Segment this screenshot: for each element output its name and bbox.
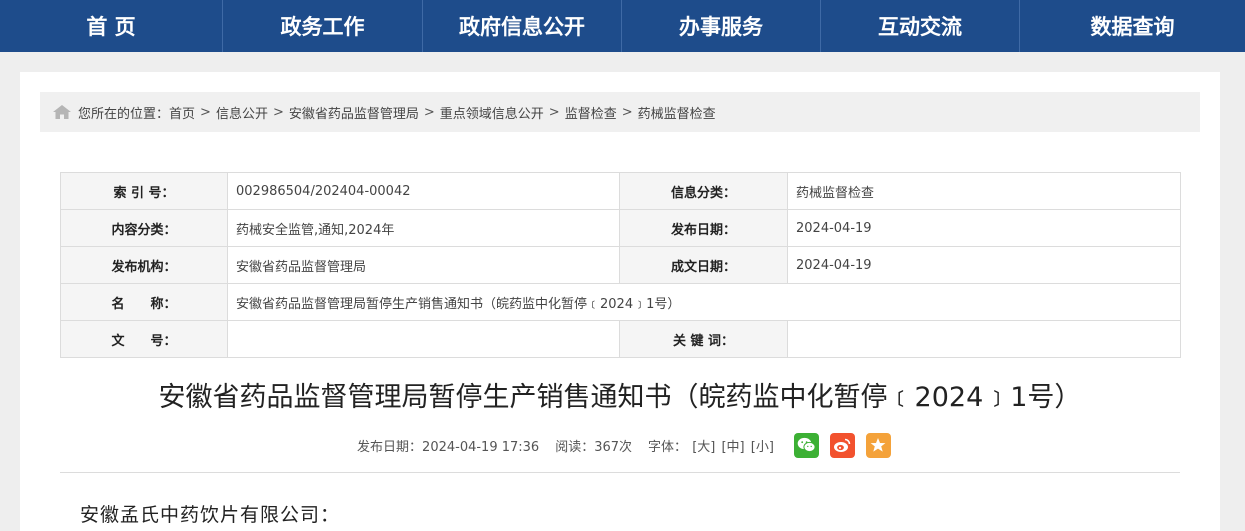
font-size-label: 字体： — [648, 439, 688, 455]
publishing-org-value: 安徽省药品监督管理局 — [227, 246, 620, 284]
weibo-icon — [834, 438, 851, 452]
category-value: 药械监督检查 — [787, 172, 1181, 210]
wechat-share-button[interactable] — [793, 432, 819, 458]
breadcrumb-supervision[interactable]: 监督检查 — [565, 103, 617, 122]
publishing-org-label: 发布机构： — [60, 246, 228, 284]
article-info-bar: 发布日期：2024-04-19 17:36 阅读：367次 字体： [大] [中… — [20, 432, 1220, 458]
breadcrumb-info-disclosure[interactable]: 信息公开 — [216, 103, 268, 122]
publish-date-label: 发布日期： — [619, 209, 788, 247]
content-category-value: 药械安全监管,通知,2024年 — [227, 209, 620, 247]
wechat-icon — [797, 437, 816, 453]
breadcrumb-home[interactable]: 首页 — [169, 103, 195, 122]
keywords-label: 关 键 词： — [619, 320, 788, 358]
breadcrumb-separator: > — [272, 104, 284, 120]
breadcrumb-separator: > — [621, 104, 633, 120]
content-category-label: 内容分类： — [60, 209, 228, 247]
metadata-table: 索 引 号： 002986504/202404-00042 信息分类： 药械监督… — [60, 172, 1181, 358]
name-label: 名 称： — [60, 283, 228, 321]
breadcrumb-prefix: 您所在的位置： — [78, 106, 170, 122]
article-salutation: 安徽孟氏中药饮片有限公司： — [80, 504, 341, 526]
breadcrumb-key-areas[interactable]: 重点领域信息公开 — [440, 103, 544, 122]
weibo-share-button[interactable] — [829, 432, 855, 458]
font-size-control: 字体： [大] [中] [小] — [648, 436, 775, 455]
table-row: 名 称： 安徽省药品监督管理局暂停生产销售通知书（皖药监中化暂停﹝2024﹞1号… — [60, 283, 1181, 321]
table-row: 内容分类： 药械安全监管,通知,2024年 发布日期： 2024-04-19 — [60, 209, 1181, 247]
publish-datetime: 发布日期：2024-04-19 17:36 — [357, 439, 540, 455]
font-small-button[interactable]: [小] — [751, 440, 774, 455]
top-navigation: 首 页 政务工作 政府信息公开 办事服务 互动交流 数据查询 — [0, 0, 1245, 52]
article-title: 安徽省药品监督管理局暂停生产销售通知书（皖药监中化暂停﹝2024﹞1号） — [158, 382, 1082, 413]
favorite-icon — [871, 438, 886, 452]
nav-government-affairs[interactable]: 政务工作 — [223, 0, 423, 52]
table-row: 文 号： 关 键 词： — [60, 320, 1181, 358]
nav-interaction[interactable]: 互动交流 — [821, 0, 1020, 52]
document-number-label: 文 号： — [60, 320, 228, 358]
breadcrumb: 您所在的位置： 首页 > 信息公开 > 安徽省药品监督管理局 > 重点领域信息公… — [40, 92, 1200, 132]
home-icon — [53, 105, 71, 119]
breadcrumb-separator: > — [200, 104, 211, 120]
breadcrumb-separator: > — [548, 104, 560, 120]
category-label: 信息分类： — [619, 172, 788, 210]
nav-services[interactable]: 办事服务 — [622, 0, 821, 52]
index-value: 002986504/202404-00042 — [227, 172, 620, 210]
font-large-button[interactable]: [大] — [692, 440, 715, 455]
table-row: 发布机构： 安徽省药品监督管理局 成文日期： 2024-04-19 — [60, 246, 1181, 284]
publish-date-value: 2024-04-19 — [787, 209, 1181, 247]
name-value: 安徽省药品监督管理局暂停生产销售通知书（皖药监中化暂停﹝2024﹞1号） — [227, 283, 1181, 321]
table-row: 索 引 号： 002986504/202404-00042 信息分类： 药械监督… — [60, 172, 1181, 210]
creation-date-label: 成文日期： — [619, 246, 788, 284]
view-count: 阅读：367次 — [555, 439, 633, 455]
nav-home[interactable]: 首 页 — [0, 0, 223, 52]
breadcrumb-agency[interactable]: 安徽省药品监督管理局 — [289, 103, 419, 122]
index-label: 索 引 号： — [60, 172, 228, 210]
font-medium-button[interactable]: [中] — [721, 440, 744, 455]
nav-info-disclosure[interactable]: 政府信息公开 — [423, 0, 622, 52]
breadcrumb-drug-device-inspection[interactable]: 药械监督检查 — [638, 103, 716, 122]
favorite-button[interactable] — [865, 432, 891, 458]
keywords-value — [787, 320, 1181, 358]
divider — [60, 472, 1180, 473]
creation-date-value: 2024-04-19 — [787, 246, 1181, 284]
breadcrumb-separator: > — [423, 104, 435, 120]
nav-data-query[interactable]: 数据查询 — [1020, 0, 1245, 52]
document-number-value — [227, 320, 620, 358]
content-panel: 您所在的位置： 首页 > 信息公开 > 安徽省药品监督管理局 > 重点领域信息公… — [20, 72, 1220, 531]
